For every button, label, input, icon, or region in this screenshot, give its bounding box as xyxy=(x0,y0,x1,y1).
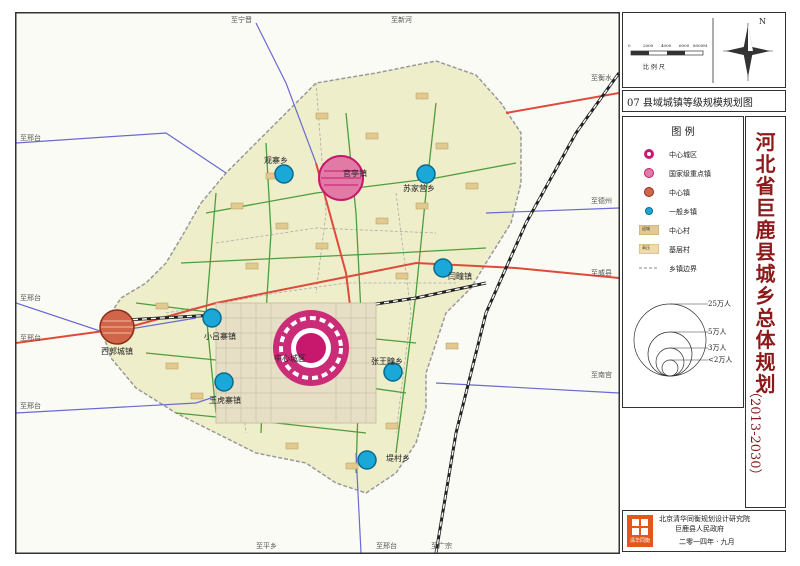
government-name: 巨鹿县人民政府 xyxy=(675,525,724,533)
town-label-center: 中心城区 xyxy=(274,354,306,363)
edge-label-left3: 至邢台 xyxy=(20,402,41,410)
institute-name: 北京清华同衡规划设计研究院 xyxy=(659,515,750,523)
bubble-label-2: <2万人 xyxy=(708,356,733,364)
bubble-label-3: 3万人 xyxy=(708,344,727,352)
edge-label-left1: 至邢台 xyxy=(20,134,41,142)
scale-label: 比 例 尺 xyxy=(643,64,665,71)
scale-compass-box: 0 2000 4000 6000 8000M 比 例 尺 N xyxy=(622,12,786,88)
compass-north: N xyxy=(759,17,766,26)
edge-label-left4: 至邢台 xyxy=(20,334,41,342)
map-panel: 至宁晋 至新河 至邢台 至邢台 至邢台 至邢台 至衡水 至德州 至威县 至南宫 … xyxy=(15,12,620,554)
town-label-sujiaying: 苏家营乡 xyxy=(403,184,435,193)
town-label-xiaolvzhai: 小吕寨镇 xyxy=(204,332,236,341)
key-town-icon xyxy=(639,168,659,178)
center-city-icon xyxy=(639,149,659,159)
town-label-yanzhuang: 闫疃镇 xyxy=(448,272,472,281)
township-border-icon xyxy=(639,263,659,273)
edge-label-right2: 至德州 xyxy=(591,197,612,205)
plan-title-char: 鹿 xyxy=(755,218,776,242)
scale-tick-0: 0 xyxy=(628,43,631,48)
town-label-wanghuzhai: 王虎寨镇 xyxy=(209,396,241,405)
edge-label-bottom3: 至广宗 xyxy=(431,542,452,550)
county-map xyxy=(16,13,619,553)
edge-label-top2: 至新河 xyxy=(391,16,412,24)
plan-date: 二零一四年 · 九月 xyxy=(679,538,735,546)
scale-tick-3: 6000 xyxy=(679,43,690,48)
institute-box: 清华同衡 北京清华同衡规划设计研究院 巨鹿县人民政府 二零一四年 · 九月 xyxy=(622,510,786,552)
town-label-wangting: 官亭镇 xyxy=(343,169,367,178)
plan-title-char: 乡 xyxy=(755,284,776,308)
edge-label-bottom2: 至邢台 xyxy=(376,542,397,550)
township-icon xyxy=(639,206,659,216)
legend-label: 中心城区 xyxy=(669,151,697,159)
population-scale: 25万人 5万人 3万人 <2万人 xyxy=(622,282,742,406)
plan-title-char: 北 xyxy=(755,152,776,176)
plan-title-char: 城 xyxy=(755,262,776,286)
edge-label-bottom1: 至平乡 xyxy=(256,542,277,550)
town-label-guanzhai: 观寨乡 xyxy=(264,156,288,165)
logo-icon xyxy=(632,519,648,535)
legend-title: 图 例 xyxy=(671,127,695,138)
legend-tag: 高压 xyxy=(642,245,650,250)
map-sheet: 至宁晋 至新河 至邢台 至邢台 至邢台 至邢台 至衡水 至德州 至威县 至南宫 … xyxy=(0,0,800,566)
scale-tick-2: 4000 xyxy=(661,43,672,48)
side-panel: 0 2000 4000 6000 8000M 比 例 尺 N 07 县域城镇等级… xyxy=(622,12,786,552)
legend-label: 中心镇 xyxy=(669,189,690,197)
town-label-tangcun: 堤村乡 xyxy=(386,454,410,463)
edge-label-right1: 至衡水 xyxy=(591,74,612,82)
scale-tick-1: 2000 xyxy=(643,43,654,48)
town-label-xiguocheng: 西郭城镇 xyxy=(101,347,133,356)
plan-title-char: 巨 xyxy=(755,196,776,220)
center-town-icon xyxy=(639,187,659,197)
edge-label-top1: 至宁晋 xyxy=(231,16,252,24)
plan-title-char: 体 xyxy=(755,328,776,352)
plan-title-box: 河北省巨鹿县城乡总体规划 （2013-2030） xyxy=(745,116,786,508)
plan-title-char: 河 xyxy=(755,130,776,154)
scale-tick-4: 8000M xyxy=(693,43,708,48)
plan-period: （2013-2030） xyxy=(747,385,762,482)
legend-label: 基层村 xyxy=(669,246,690,254)
plan-title-char: 县 xyxy=(755,240,776,264)
plan-title-char: 省 xyxy=(755,174,776,198)
legend-label: 乡镇边界 xyxy=(669,265,697,273)
legend-label: 国家级重点镇 xyxy=(669,170,711,178)
legend-tag: 迎城 xyxy=(642,226,650,231)
edge-label-right3: 至威县 xyxy=(591,269,612,277)
edge-label-right4: 至南宫 xyxy=(591,371,612,379)
plan-title-char: 规 xyxy=(755,350,776,374)
plan-title-char: 总 xyxy=(755,306,776,330)
town-label-zhangwangtuan: 张王疃乡 xyxy=(371,357,403,366)
institute-logo: 清华同衡 xyxy=(627,515,653,547)
center-town-symbol xyxy=(99,309,135,345)
bubble-label-5: 5万人 xyxy=(708,328,727,336)
sheet-title: 07 县域城镇等级规模规划图 xyxy=(627,98,753,109)
sheet-title-box: 07 县域城镇等级规模规划图 xyxy=(622,90,786,112)
center-city-symbol xyxy=(273,310,349,386)
compass-icon xyxy=(723,23,773,81)
bubble-label-25: 25万人 xyxy=(708,300,731,308)
legend-label: 一般乡镇 xyxy=(669,208,697,216)
edge-label-left2: 至邢台 xyxy=(20,294,41,302)
legend-label: 中心村 xyxy=(669,227,690,235)
logo-text: 清华同衡 xyxy=(629,538,650,544)
